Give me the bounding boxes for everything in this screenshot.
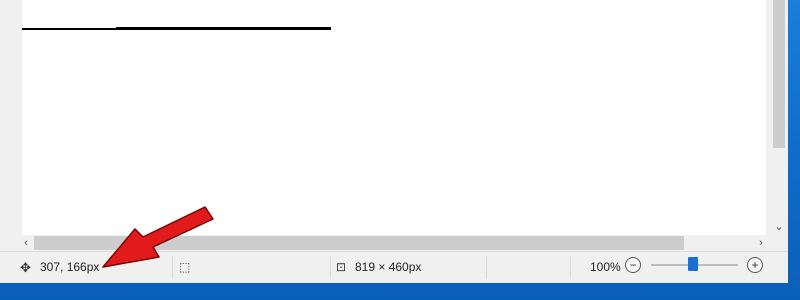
- zoom-slider-thumb[interactable]: [688, 257, 698, 271]
- drawing-canvas[interactable]: [22, 0, 766, 235]
- vertical-scrollbar-thumb[interactable]: [773, 0, 785, 148]
- divider: [486, 256, 487, 279]
- zoom-level: 100%: [590, 260, 621, 274]
- red-annotation-arrow-icon: [102, 206, 214, 268]
- scroll-left-arrow-icon[interactable]: ‹: [18, 236, 34, 250]
- scroll-right-arrow-icon[interactable]: ›: [753, 236, 769, 250]
- divider: [330, 256, 331, 279]
- zoom-in-button[interactable]: +: [747, 257, 763, 273]
- image-size-icon: ⊡: [336, 260, 347, 274]
- drawn-line-segment: [116, 27, 331, 30]
- drawn-line-segment: [22, 28, 118, 30]
- arrow-shape: [102, 206, 214, 268]
- image-size: 819 × 460px: [355, 260, 422, 274]
- zoom-out-button[interactable]: −: [625, 257, 641, 273]
- scroll-down-arrow-icon[interactable]: ⌄: [770, 219, 788, 235]
- cursor-position: 307, 166px: [40, 260, 100, 274]
- divider: [570, 256, 571, 279]
- move-cursor-icon: ✥: [20, 260, 31, 275]
